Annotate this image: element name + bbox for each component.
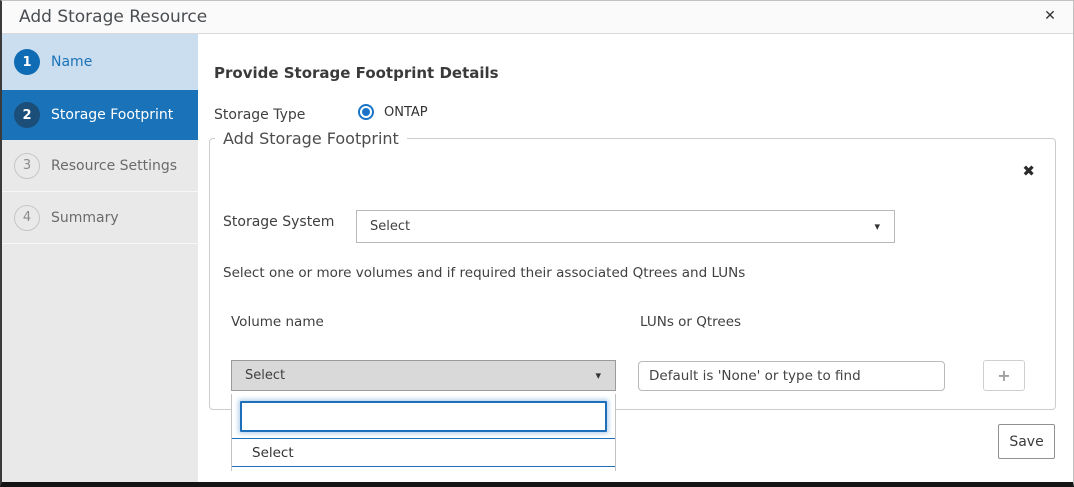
step-label: Summary	[51, 210, 119, 226]
volume-name-column-label: Volume name	[231, 314, 324, 330]
plus-icon: +	[997, 366, 1010, 385]
close-icon[interactable]: ✕	[1039, 5, 1061, 27]
add-storage-resource-dialog: Add Storage Resource ✕ 1 Name 2 Storage …	[0, 0, 1074, 487]
panel-legend: Add Storage Footprint	[215, 129, 407, 148]
luns-or-qtrees-input[interactable]	[638, 361, 945, 391]
dropdown-search-wrap	[232, 394, 615, 438]
volume-name-select-value: Select	[245, 368, 595, 383]
add-storage-footprint-panel: Add Storage Footprint ✖ Storage System S…	[209, 129, 1056, 410]
dropdown-option-list: Select	[232, 438, 615, 467]
step-number-badge: 1	[14, 49, 40, 75]
step-number-badge: 2	[14, 102, 40, 128]
chevron-down-icon: ▾	[874, 220, 880, 233]
sidebar-item-summary[interactable]: 4 Summary	[2, 192, 198, 244]
radio-selected-icon	[358, 104, 374, 120]
storage-type-label: Storage Type	[214, 107, 305, 123]
luns-or-qtrees-column-label: LUNs or Qtrees	[640, 314, 741, 330]
dropdown-option-select[interactable]: Select	[232, 439, 615, 466]
panel-close-icon[interactable]: ✖	[1022, 164, 1035, 179]
dropdown-search-input[interactable]	[240, 401, 607, 432]
sidebar-item-name[interactable]: 1 Name	[2, 34, 198, 90]
storage-system-select[interactable]: Select ▾	[356, 210, 895, 243]
sidebar-item-storage-footprint[interactable]: 2 Storage Footprint	[2, 90, 198, 140]
storage-system-label: Storage System	[223, 214, 334, 230]
add-row-button[interactable]: +	[983, 360, 1025, 391]
dropdown-footer	[232, 467, 615, 471]
wizard-step-sidebar: 1 Name 2 Storage Footprint 3 Resource Se…	[2, 34, 198, 482]
step-number-badge: 3	[14, 153, 40, 179]
step-label: Storage Footprint	[51, 107, 173, 123]
step-label: Name	[51, 54, 92, 70]
step-label: Resource Settings	[51, 158, 177, 174]
radio-option-label: ONTAP	[384, 105, 428, 120]
volume-select-dropdown: Select	[231, 394, 616, 471]
step-number-badge: 4	[14, 205, 40, 231]
page-title: Provide Storage Footprint Details	[214, 64, 499, 82]
storage-type-row: Storage Type ONTAP	[214, 104, 614, 124]
storage-system-select-value: Select	[370, 219, 874, 234]
main-content: Provide Storage Footprint Details Storag…	[198, 34, 1073, 482]
dialog-titlebar: Add Storage Resource ✕	[2, 1, 1073, 34]
storage-type-radio-ontap[interactable]: ONTAP	[358, 104, 428, 120]
dialog-title: Add Storage Resource	[19, 7, 207, 27]
volume-name-select[interactable]: Select ▾	[231, 360, 616, 391]
volumes-helper-text: Select one or more volumes and if requir…	[223, 265, 745, 281]
chevron-down-icon: ▾	[595, 369, 601, 382]
sidebar-item-resource-settings[interactable]: 3 Resource Settings	[2, 140, 198, 192]
save-button[interactable]: Save	[998, 424, 1055, 459]
